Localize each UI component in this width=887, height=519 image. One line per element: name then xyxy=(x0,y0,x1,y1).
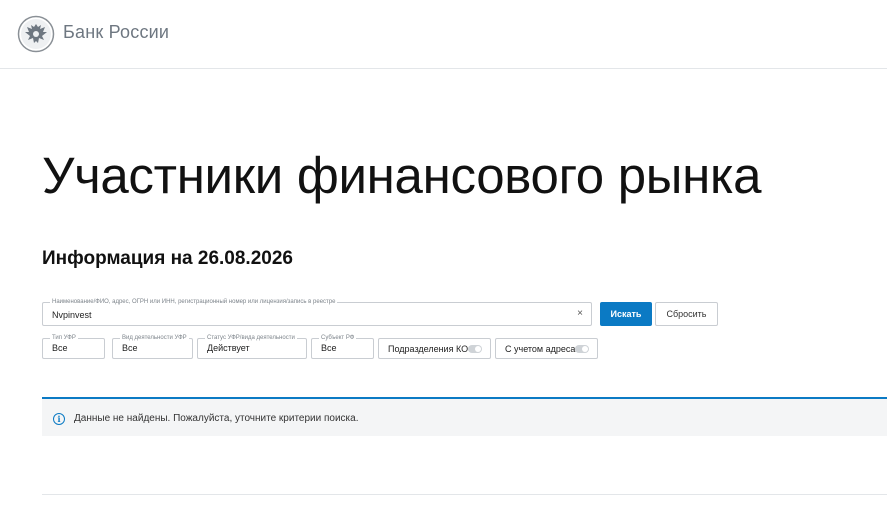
toggle-address-label: С учетом адреса xyxy=(505,344,576,354)
filter-activity-value: Все xyxy=(122,343,138,353)
toggle-branches[interactable]: Подразделения КО xyxy=(378,338,491,359)
filter-activity-label: Вид деятельности УФР xyxy=(120,334,189,342)
search-button[interactable]: Искать xyxy=(600,302,652,326)
info-date-heading: Информация на 26.08.2026 xyxy=(42,248,293,269)
reset-button[interactable]: Сбросить xyxy=(655,302,718,326)
search-input-value[interactable]: Nvpinvest xyxy=(52,310,92,320)
clear-icon[interactable]: × xyxy=(577,308,583,319)
toggle-branches-switch[interactable] xyxy=(468,345,482,353)
info-icon: i xyxy=(53,413,65,425)
filter-status-select[interactable]: Статус УФР/вида деятельности Действует xyxy=(197,334,307,359)
logo-text[interactable]: Банк России xyxy=(63,22,169,43)
filter-type-label: Тип УФР xyxy=(50,334,78,342)
toggle-branches-label: Подразделения КО xyxy=(388,344,469,354)
toggle-address[interactable]: С учетом адреса xyxy=(495,338,598,359)
filter-subject-select[interactable]: Субъект РФ Все xyxy=(311,334,374,359)
bank-emblem-icon[interactable] xyxy=(17,15,55,53)
site-header: Банк России xyxy=(0,0,887,69)
filter-activity-select[interactable]: Вид деятельности УФР Все xyxy=(112,334,193,359)
filter-subject-label: Субъект РФ xyxy=(319,334,357,342)
filter-status-value: Действует xyxy=(207,343,250,353)
filter-type-value: Все xyxy=(52,343,68,353)
no-results-notice: i Данные не найдены. Пожалуйста, уточнит… xyxy=(42,397,887,436)
filter-subject-value: Все xyxy=(321,343,337,353)
search-input[interactable]: Наименование/ФИО, адрес, ОГРН или ИНН, р… xyxy=(42,298,592,326)
filter-status-label: Статус УФР/вида деятельности xyxy=(205,334,297,342)
page-title: Участники финансового рынка xyxy=(42,147,762,204)
search-input-label: Наименование/ФИО, адрес, ОГРН или ИНН, р… xyxy=(50,298,338,306)
divider xyxy=(42,494,887,495)
toggle-address-switch[interactable] xyxy=(575,345,589,353)
notice-message: Данные не найдены. Пожалуйста, уточните … xyxy=(74,413,359,424)
filter-type-select[interactable]: Тип УФР Все xyxy=(42,334,105,359)
